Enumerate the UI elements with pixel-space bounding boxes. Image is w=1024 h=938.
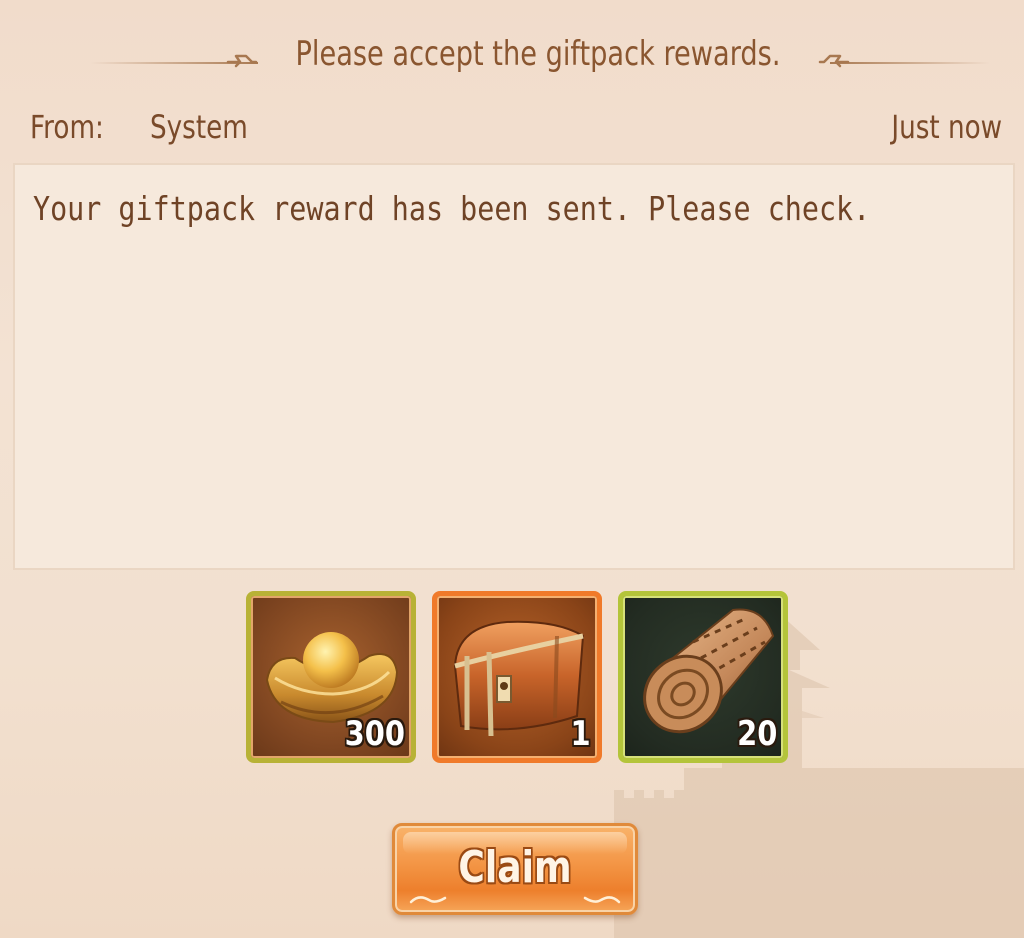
reward-count: 20	[736, 714, 777, 754]
mail-body-panel: Your giftpack reward has been sent. Plea…	[13, 163, 1015, 570]
mail-meta-row: From: System Just now	[0, 104, 1024, 150]
claim-button[interactable]: Claim	[392, 823, 638, 915]
reward-items: 300 1 20	[246, 591, 792, 763]
mail-header: Please accept the giftpack rewards.	[0, 28, 1024, 80]
mail-timestamp: Just now	[891, 108, 1002, 146]
sender-name: System	[150, 108, 248, 146]
cloud-ornament-icon	[409, 896, 447, 904]
cloud-ornament-icon	[583, 896, 621, 904]
reward-count: 300	[344, 714, 405, 754]
from-label: From:	[30, 108, 104, 146]
reward-item-gold-ingot[interactable]: 300	[246, 591, 416, 763]
reward-item-chest[interactable]: 1	[432, 591, 602, 763]
reward-item-wood[interactable]: 20	[618, 591, 788, 763]
header-divider-right	[830, 62, 990, 64]
reward-count: 1	[570, 714, 591, 754]
cloud-ornament-icon	[818, 54, 850, 68]
mail-body-text: Your giftpack reward has been sent. Plea…	[33, 189, 871, 228]
